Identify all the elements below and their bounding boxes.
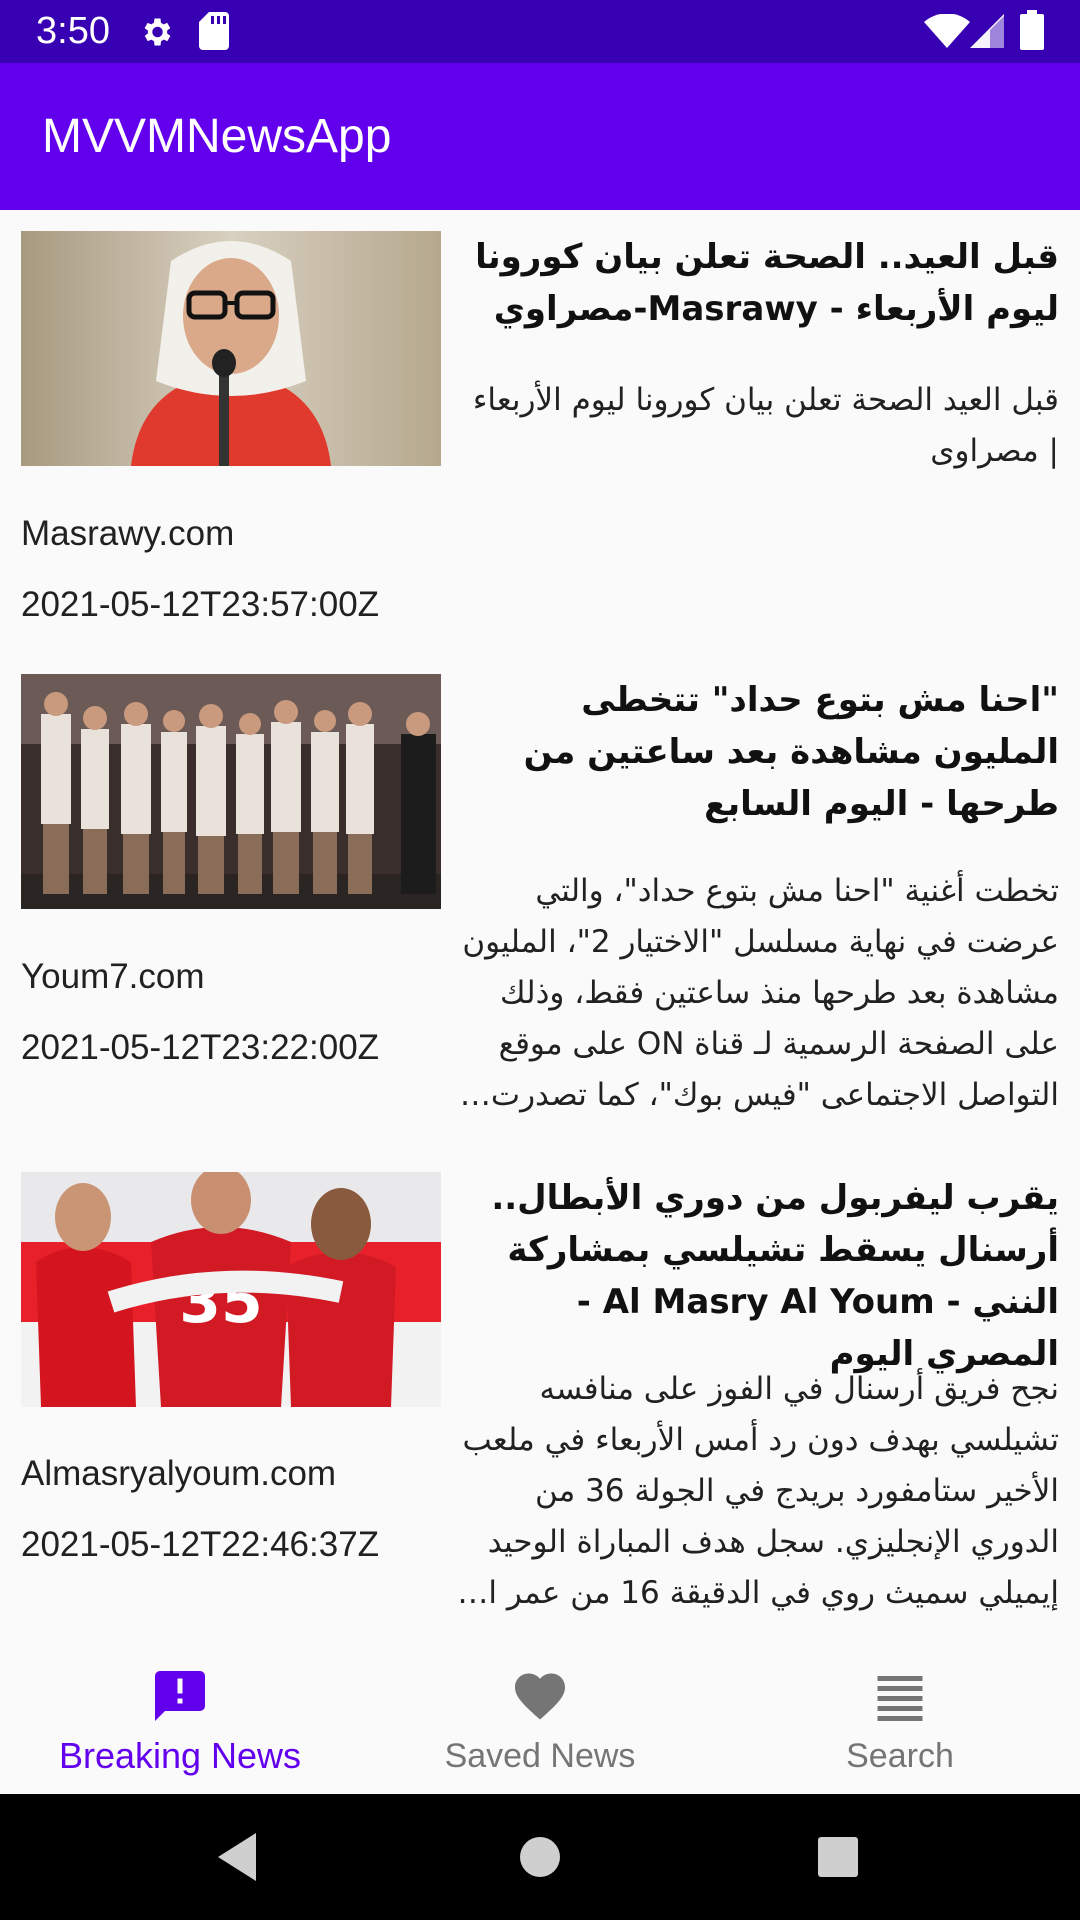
nav-label: Search xyxy=(846,1737,954,1775)
article-image: 35 xyxy=(21,1172,441,1407)
sd-card-icon xyxy=(199,12,229,50)
nav-label: Saved News xyxy=(444,1737,636,1775)
app-title: MVVMNewsApp xyxy=(42,110,392,163)
article-source: Youm7.com xyxy=(21,957,205,996)
settings-icon xyxy=(144,18,171,46)
article-description: نجح فريق أرسنال في الفوز على منافسه تشيل… xyxy=(457,1371,1059,1611)
system-navigation-bar xyxy=(0,1794,1080,1920)
article-date: 2021-05-12T23:57:00Z xyxy=(21,585,380,624)
article-item[interactable]: 35 Almasryalyoum.com 2021-05-12T22:46:37… xyxy=(0,1150,1080,1640)
announcement-icon xyxy=(155,1671,205,1721)
article-image xyxy=(21,231,441,466)
nav-label: Breaking News xyxy=(58,1735,302,1776)
article-item[interactable]: Masrawy.com 2021-05-12T23:57:00Z قبل الع… xyxy=(0,210,1080,650)
signal-icon xyxy=(970,14,1004,48)
bottom-navigation: Breaking News Saved News Search xyxy=(0,1640,1080,1794)
list-icon xyxy=(877,1676,923,1721)
heart-icon xyxy=(515,1673,565,1720)
status-time: 3:50 xyxy=(36,10,110,52)
wifi-icon xyxy=(924,14,970,48)
article-source: Almasryalyoum.com xyxy=(21,1454,337,1493)
article-image xyxy=(21,674,441,909)
article-source: Masrawy.com xyxy=(21,514,235,553)
nav-breaking-news[interactable]: Breaking News xyxy=(0,1640,360,1794)
recents-icon[interactable] xyxy=(806,1825,870,1889)
nav-saved-news[interactable]: Saved News xyxy=(360,1640,720,1794)
back-icon[interactable] xyxy=(206,1825,270,1889)
article-description: قبل العيد الصحة تعلن بيان كورونا ليوم ال… xyxy=(472,382,1059,469)
articles-list[interactable]: Masrawy.com 2021-05-12T23:57:00Z قبل الع… xyxy=(0,210,1080,1640)
app-bar: MVVMNewsApp xyxy=(0,63,1080,210)
article-title: "احنا مش بتوع حداد" تتخطى المليون مشاهدة… xyxy=(523,680,1059,824)
article-description: تخطت أغنية "احنا مش بتوع حداد"، والتي عر… xyxy=(459,873,1059,1113)
status-bar: 3:50 xyxy=(0,0,1080,63)
article-title: يقرب ليفربول من دوري الأبطال.. أرسنال يس… xyxy=(491,1178,1059,1374)
nav-search[interactable]: Search xyxy=(720,1640,1080,1794)
article-item[interactable]: Youm7.com 2021-05-12T23:22:00Z "احنا مش … xyxy=(0,650,1080,1150)
article-title: قبل العيد.. الصحة تعلن بيان كورونا ليوم … xyxy=(475,237,1059,329)
article-date: 2021-05-12T22:46:37Z xyxy=(21,1525,380,1564)
battery-icon xyxy=(1020,10,1044,50)
home-icon[interactable] xyxy=(508,1825,572,1889)
article-date: 2021-05-12T23:22:00Z xyxy=(21,1028,380,1067)
